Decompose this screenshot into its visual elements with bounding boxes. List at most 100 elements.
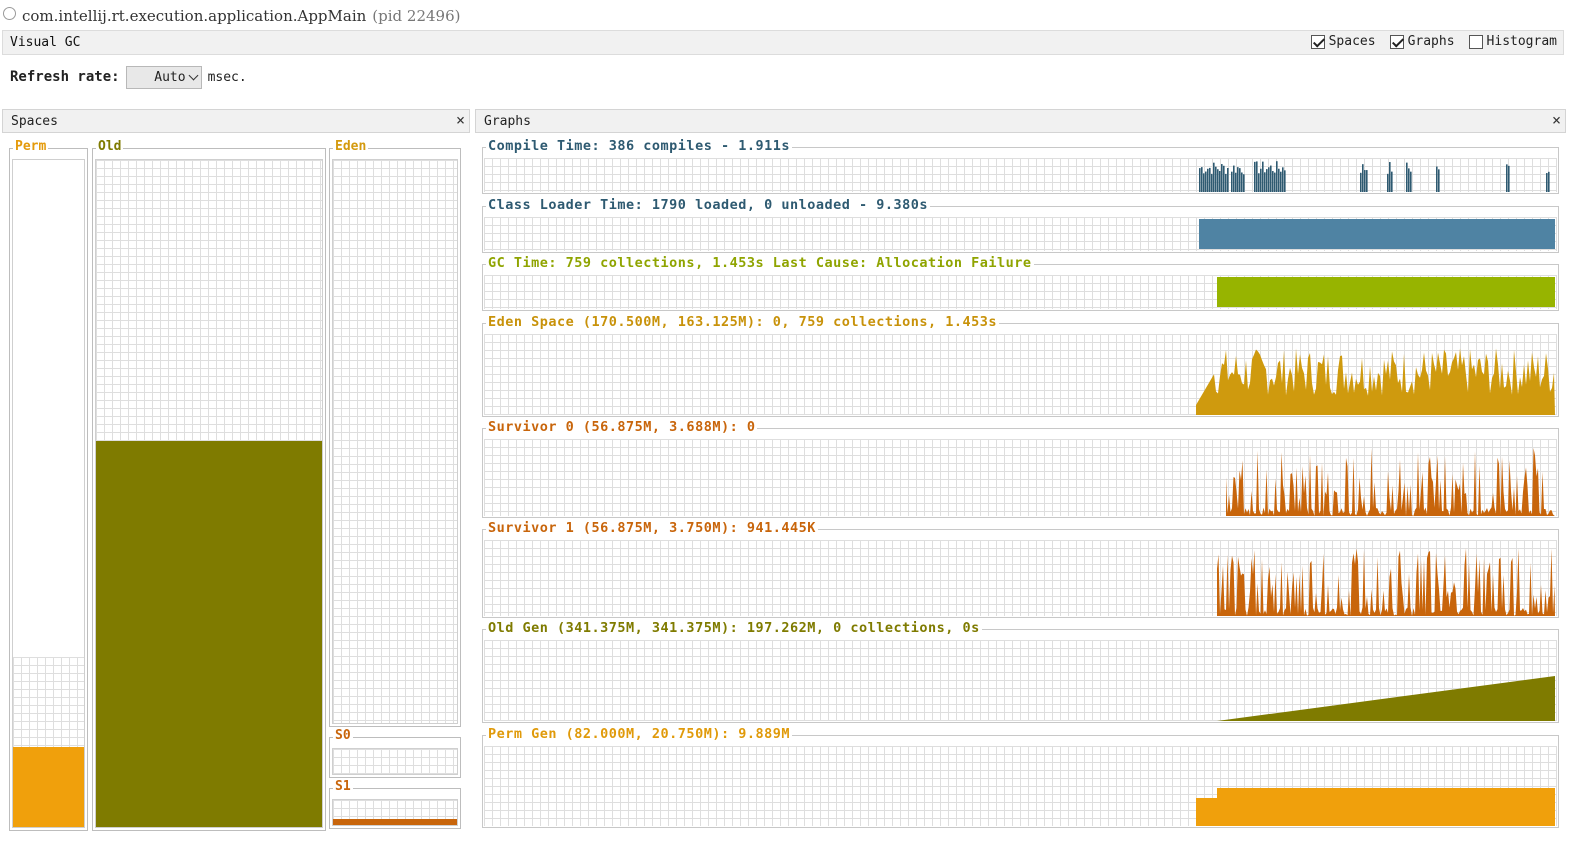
compile-spike <box>1364 170 1366 192</box>
compile-spike <box>1284 170 1286 192</box>
class-loader-plot <box>484 217 1557 251</box>
gc-time-chart <box>1217 277 1555 307</box>
compile-spike <box>1209 167 1211 192</box>
refresh-rate-value: Auto <box>154 69 186 85</box>
compile-time-plot <box>484 158 1557 192</box>
compile-spike <box>1508 165 1510 192</box>
old-gen-usage-area <box>1217 676 1555 721</box>
s1-space: S1 <box>329 779 461 829</box>
compile-spike <box>1360 172 1362 192</box>
eden-usage-area <box>1196 348 1555 415</box>
compile-spike <box>1223 165 1225 192</box>
compile-time-graph: Compile Time: 386 compiles - 1.911s <box>482 138 1559 194</box>
compile-spike <box>1239 168 1241 192</box>
graphs-panel-title: Graphs <box>484 114 531 129</box>
class-loader-label: Class Loader Time: 1790 loaded, 0 unload… <box>486 197 931 214</box>
s1-space-area <box>332 799 458 826</box>
visual-gc-toolbar: Visual GC Spaces Graphs Histogram <box>2 30 1564 55</box>
compile-spike <box>1274 172 1276 192</box>
eden-space-graph-label: Eden Space (170.500M, 163.125M): 0, 759 … <box>486 314 1000 331</box>
gc-time-plot <box>484 275 1557 309</box>
compile-spike <box>1260 168 1262 192</box>
histogram-checkbox[interactable]: Histogram <box>1468 34 1557 49</box>
class-loader-area <box>1199 219 1555 249</box>
compile-spike <box>1207 168 1209 192</box>
refresh-rate-unit: msec. <box>207 69 247 85</box>
compile-spike <box>1262 161 1264 192</box>
s0-space-label: S0 <box>333 728 353 744</box>
compile-spike <box>1276 161 1278 192</box>
graphs-close-icon[interactable]: × <box>1552 111 1561 129</box>
s1-space-label: S1 <box>333 779 353 795</box>
compile-spike <box>1282 167 1284 192</box>
old-gen-graph: Old Gen (341.375M, 341.375M): 197.262M, … <box>482 620 1559 723</box>
perm-used-fill <box>13 746 84 827</box>
perm-gen-graph: Perm Gen (82.000M, 20.750M): 9.889M <box>482 726 1559 828</box>
compile-spike <box>1266 169 1268 192</box>
old-space-area <box>95 159 323 828</box>
chevron-down-icon <box>188 70 199 80</box>
old-gen-label: Old Gen (341.375M, 341.375M): 197.262M, … <box>486 620 982 637</box>
compile-spike <box>1406 162 1408 192</box>
graphs-checkbox-label: Graphs <box>1407 34 1455 49</box>
compile-spike <box>1362 164 1364 192</box>
checkbox-unchecked-icon[interactable] <box>1468 34 1483 49</box>
compile-time-label: Compile Time: 386 compiles - 1.911s <box>486 138 792 155</box>
compile-spike <box>1278 168 1280 192</box>
gc-time-graph: GC Time: 759 collections, 1.453s Last Ca… <box>482 255 1559 311</box>
s1-usage-area <box>1217 548 1555 616</box>
s0-usage-area <box>1226 448 1555 516</box>
checkbox-checked-icon[interactable] <box>1310 34 1325 49</box>
eden-space-chart <box>1196 348 1555 415</box>
survivor1-label: Survivor 1 (56.875M, 3.750M): 941.445K <box>486 520 818 537</box>
compile-spike <box>1258 173 1260 192</box>
s0-space-area <box>332 748 458 775</box>
old-used-fill <box>96 441 322 827</box>
compile-spike <box>1389 162 1391 192</box>
spaces-close-icon[interactable]: × <box>456 111 465 129</box>
compile-spike <box>1268 167 1270 192</box>
survivor0-plot <box>484 439 1557 516</box>
compile-spike <box>1270 165 1272 192</box>
window-titlebar: com.intellij.rt.execution.application.Ap… <box>0 0 1593 30</box>
histogram-checkbox-label: Histogram <box>1486 34 1557 49</box>
s0-space: S0 <box>329 728 461 778</box>
view-checkboxes: Spaces Graphs Histogram <box>1310 34 1557 49</box>
compile-spike <box>1254 161 1256 192</box>
eden-space-plot <box>484 334 1557 415</box>
compile-spike <box>1280 171 1282 192</box>
compile-spike <box>1199 168 1201 192</box>
compile-spike <box>1546 173 1548 192</box>
eden-space-area <box>332 159 458 724</box>
perm-space-area <box>12 159 85 828</box>
compile-spike <box>1215 166 1217 192</box>
compile-spike <box>1203 173 1205 192</box>
compile-spike <box>1233 165 1235 192</box>
compile-spike <box>1213 162 1215 192</box>
perm-gen-label: Perm Gen (82.000M, 20.750M): 9.889M <box>486 726 792 743</box>
refresh-rate-select[interactable]: Auto <box>125 65 202 89</box>
s1-used-fill <box>333 818 457 825</box>
compile-spike <box>1264 172 1266 192</box>
compile-spike <box>1243 174 1245 192</box>
survivor0-label: Survivor 0 (56.875M, 3.688M): 0 <box>486 419 758 436</box>
compile-spike <box>1256 161 1258 192</box>
app-radio-icon[interactable] <box>3 7 16 20</box>
survivor1-plot <box>484 540 1557 616</box>
eden-space-label: Eden <box>333 139 369 155</box>
refresh-rate-label: Refresh rate: <box>10 69 120 85</box>
compile-spike <box>1235 172 1237 192</box>
class-loader-graph: Class Loader Time: 1790 loaded, 0 unload… <box>482 197 1559 253</box>
checkbox-checked-icon[interactable] <box>1389 34 1404 49</box>
compile-time-chart <box>1199 161 1550 192</box>
spaces-checkbox[interactable]: Spaces <box>1310 34 1376 49</box>
compile-spike <box>1408 168 1410 192</box>
compile-spike <box>1217 169 1219 192</box>
survivor1-graph: Survivor 1 (56.875M, 3.750M): 941.445K <box>482 520 1559 618</box>
eden-space-graph: Eden Space (170.500M, 163.125M): 0, 759 … <box>482 314 1559 417</box>
compile-spike <box>1231 171 1233 192</box>
compile-spike <box>1410 171 1412 192</box>
compile-spike <box>1237 167 1239 192</box>
visual-gc-title: Visual GC <box>10 35 81 50</box>
graphs-checkbox[interactable]: Graphs <box>1389 34 1455 49</box>
